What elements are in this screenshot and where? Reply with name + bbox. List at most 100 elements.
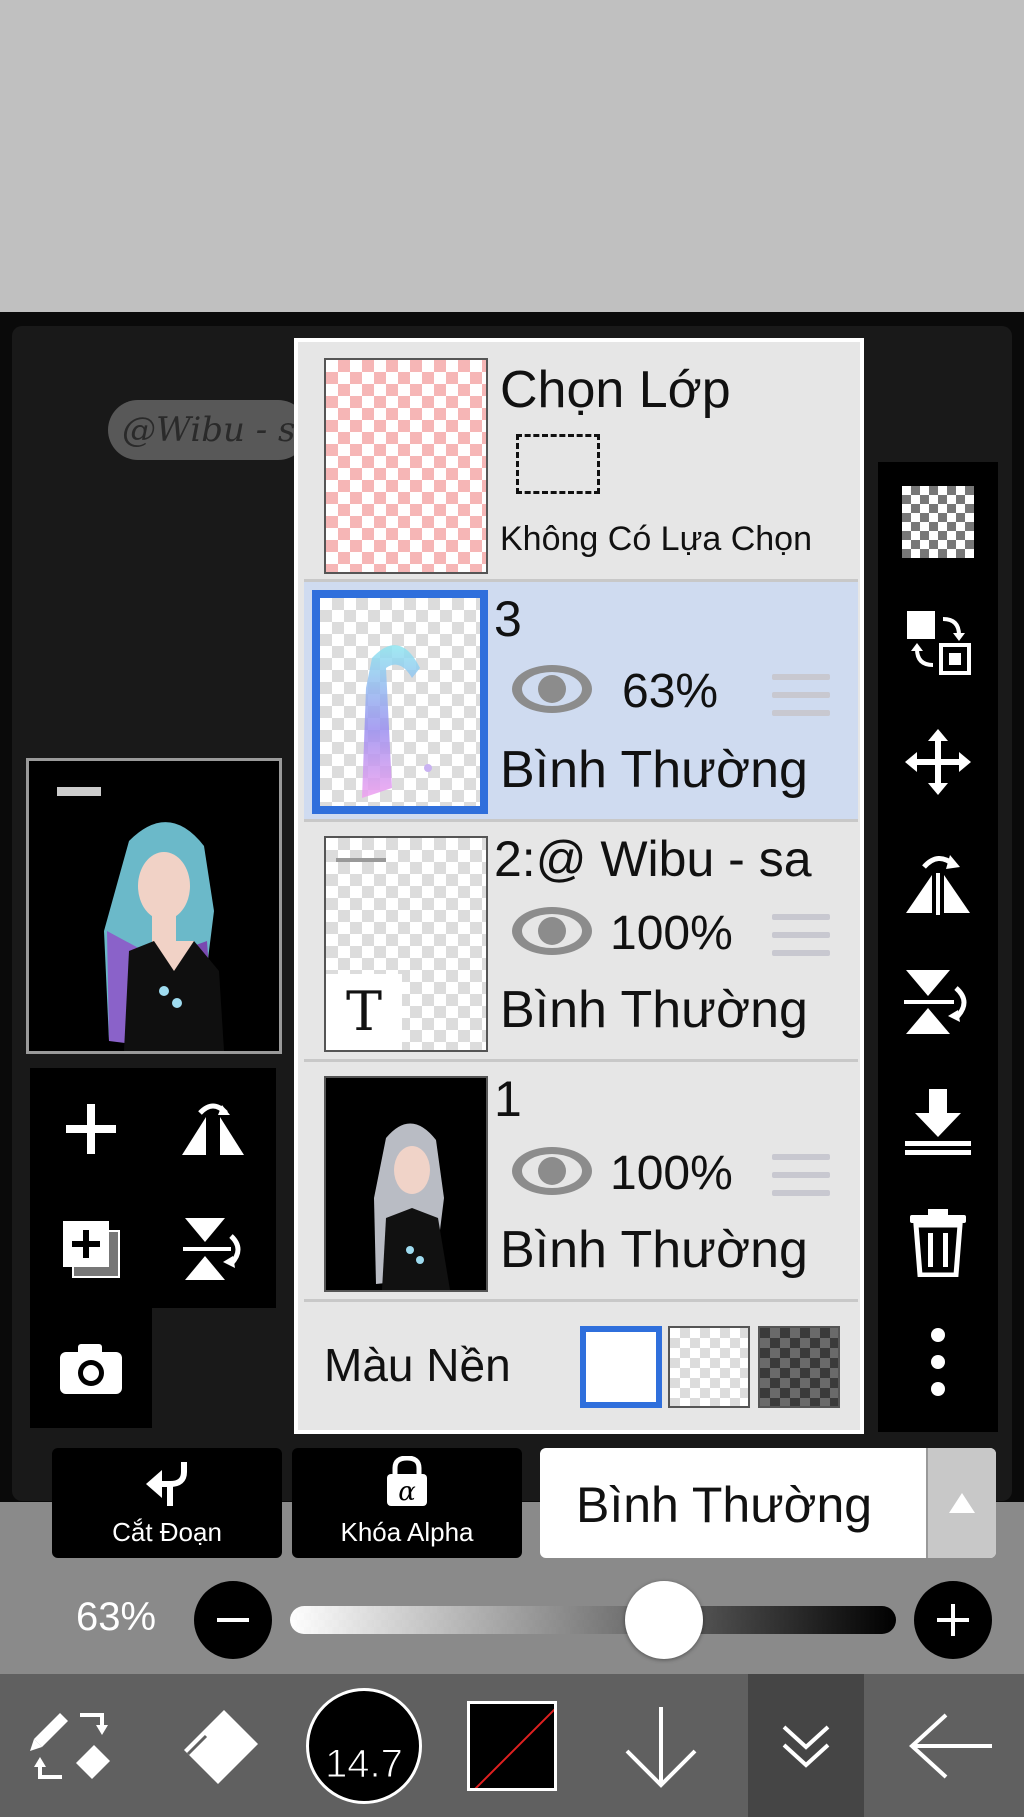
flip-layer-vertical-button[interactable] bbox=[878, 942, 998, 1062]
flip-layer-horizontal-button[interactable] bbox=[878, 822, 998, 942]
top-gray-area bbox=[0, 0, 1024, 312]
brush-eraser-swap-icon bbox=[30, 1712, 110, 1779]
layers-panel: Chọn Lớp Không Có Lựa Chọn 3 63% Bình Th… bbox=[294, 338, 864, 1434]
more-vertical-icon bbox=[931, 1328, 945, 1396]
canvas-preview[interactable] bbox=[26, 758, 282, 1054]
back-button[interactable] bbox=[896, 1674, 1006, 1817]
layer-opacity: 100% bbox=[610, 907, 733, 960]
background-dark-swatch[interactable] bbox=[758, 1326, 840, 1408]
merge-down-button[interactable] bbox=[878, 1062, 998, 1182]
arrow-down-icon bbox=[625, 1706, 697, 1788]
flip-vertical-button[interactable] bbox=[158, 1194, 268, 1304]
layer-opacity: 63% bbox=[622, 665, 719, 718]
layer-opacity: 100% bbox=[610, 1147, 733, 1200]
selection-layer-row[interactable]: Chọn Lớp Không Có Lựa Chọn bbox=[304, 342, 858, 582]
blend-mode-value: Bình Thường bbox=[576, 1477, 873, 1533]
selection-status: Không Có Lựa Chọn bbox=[500, 520, 812, 558]
background-white-swatch[interactable] bbox=[580, 1326, 662, 1408]
background-transparent-swatch[interactable] bbox=[668, 1326, 750, 1408]
visibility-eye-icon[interactable] bbox=[510, 904, 594, 958]
selection-marquee-icon bbox=[516, 434, 600, 494]
opacity-slider-track[interactable] bbox=[290, 1606, 896, 1634]
double-chevron-down-icon bbox=[782, 1725, 830, 1768]
checkerboard-icon bbox=[902, 486, 974, 558]
blend-mode-select[interactable]: Bình Thường bbox=[540, 1448, 996, 1558]
background-label: Màu Nền bbox=[324, 1339, 511, 1391]
layer-row[interactable]: T 2:@ Wibu - sa 100% Bình Thường bbox=[304, 822, 858, 1062]
flip-horizontal-button[interactable] bbox=[158, 1074, 268, 1184]
trash-icon bbox=[910, 1209, 966, 1277]
more-options-button[interactable] bbox=[878, 1302, 998, 1422]
background-color-row: Màu Nền bbox=[304, 1302, 858, 1430]
brush-size-button[interactable]: 14.7 bbox=[304, 1674, 424, 1817]
camera-icon bbox=[60, 1344, 122, 1394]
swap-layer-button[interactable] bbox=[878, 582, 998, 702]
transparency-button[interactable] bbox=[878, 462, 998, 582]
selection-layer-title: Chọn Lớp bbox=[500, 361, 731, 419]
layer-thumbnail bbox=[324, 1076, 488, 1292]
swap-icon bbox=[907, 611, 971, 675]
drag-handle-icon[interactable] bbox=[772, 1154, 830, 1200]
layer-thumbnail bbox=[312, 590, 488, 814]
color-picker-button[interactable] bbox=[462, 1674, 562, 1817]
bottom-toolbar: 14.7 bbox=[0, 1674, 1024, 1817]
selection-layer-thumbnail bbox=[324, 358, 488, 574]
delete-layer-button[interactable] bbox=[878, 1182, 998, 1302]
no-color-slash-icon bbox=[474, 1708, 554, 1788]
move-button[interactable] bbox=[878, 702, 998, 822]
flip-vertical-icon bbox=[904, 970, 967, 1034]
thumb-text-mark bbox=[336, 858, 386, 862]
flip-horizontal-icon bbox=[906, 855, 970, 915]
drag-handle-icon[interactable] bbox=[772, 914, 830, 960]
clip-arrow-icon bbox=[146, 1462, 187, 1506]
lock-alpha-icon: α bbox=[387, 1455, 427, 1507]
duplicate-layer-button[interactable] bbox=[36, 1194, 146, 1304]
dropdown-arrow[interactable] bbox=[926, 1448, 996, 1558]
layer-3-thumb-art bbox=[362, 645, 432, 798]
arrow-left-icon bbox=[909, 1713, 992, 1778]
triangle-up-icon bbox=[949, 1493, 975, 1513]
duplicate-icon bbox=[63, 1221, 120, 1278]
camera-import-button[interactable] bbox=[36, 1314, 146, 1424]
layer-blend-mode: Bình Thường bbox=[500, 981, 808, 1039]
brush-size-value: 14.7 bbox=[325, 1741, 404, 1786]
move-layer-down-button[interactable] bbox=[606, 1674, 716, 1817]
clipping-label: Cắt Đoạn bbox=[112, 1517, 222, 1547]
plus-icon bbox=[66, 1104, 116, 1154]
opacity-increase-button[interactable] bbox=[914, 1581, 992, 1659]
merge-down-icon bbox=[905, 1089, 971, 1155]
opacity-slider-knob[interactable] bbox=[625, 1581, 703, 1659]
drag-handle-icon[interactable] bbox=[772, 674, 830, 720]
clipping-button[interactable]: Cắt Đoạn bbox=[52, 1448, 282, 1558]
opacity-decrease-button[interactable] bbox=[194, 1581, 272, 1659]
add-layer-button[interactable] bbox=[36, 1074, 146, 1184]
swap-brush-eraser-button[interactable] bbox=[16, 1674, 126, 1817]
canvas-watermark: @Wibu - sa bbox=[108, 400, 308, 460]
layer-name: 1 bbox=[494, 1071, 522, 1127]
layer-row[interactable]: 3 63% Bình Thường bbox=[304, 582, 858, 822]
text-layer-badge: T bbox=[326, 974, 402, 1050]
layer-blend-mode: Bình Thường bbox=[500, 1221, 808, 1279]
move-arrows-icon bbox=[905, 729, 971, 795]
layer-blend-mode: Bình Thường bbox=[500, 741, 808, 799]
layer-name: 2:@ Wibu - sa bbox=[494, 831, 812, 887]
layer-tools-bar bbox=[878, 462, 998, 1432]
layer-1-thumb-art bbox=[326, 1078, 486, 1290]
flip-horizontal-icon bbox=[182, 1103, 244, 1155]
alpha-lock-button[interactable]: α Khóa Alpha bbox=[292, 1448, 522, 1558]
minus-icon bbox=[217, 1618, 249, 1622]
visibility-eye-icon[interactable] bbox=[510, 662, 594, 716]
layers-panel-toggle-button[interactable] bbox=[748, 1674, 864, 1817]
opacity-value-label: 63% bbox=[76, 1595, 157, 1639]
eraser-icon bbox=[184, 1709, 258, 1784]
eraser-tool-button[interactable] bbox=[166, 1674, 276, 1817]
portrait-image bbox=[29, 761, 279, 1051]
current-color-swatch bbox=[467, 1700, 557, 1791]
visibility-eye-icon[interactable] bbox=[510, 1144, 594, 1198]
brush-size-circle: 14.7 bbox=[306, 1687, 422, 1804]
layer-thumbnail: T bbox=[324, 836, 488, 1052]
layer-row[interactable]: 1 100% Bình Thường bbox=[304, 1062, 858, 1302]
alpha-lock-label: Khóa Alpha bbox=[340, 1517, 474, 1547]
flip-vertical-icon bbox=[183, 1218, 241, 1280]
layer-name: 3 bbox=[494, 591, 522, 647]
